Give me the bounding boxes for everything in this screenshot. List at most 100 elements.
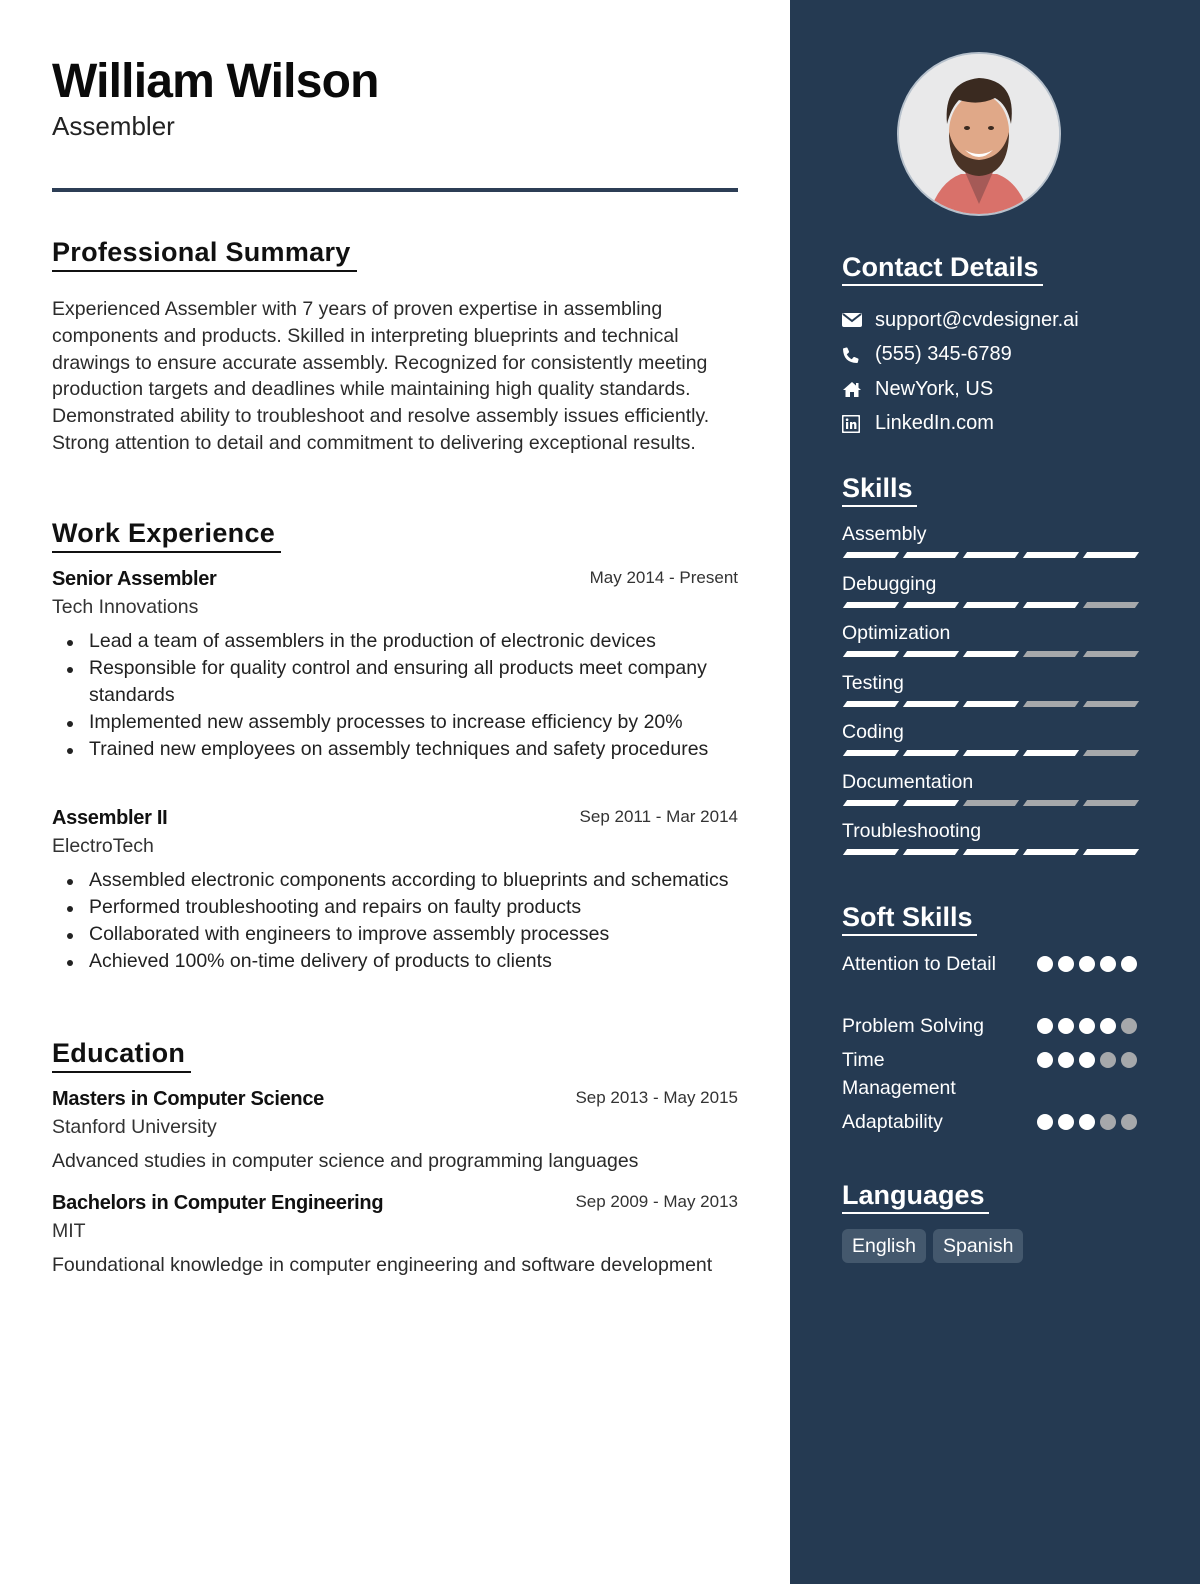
job-bullet: Collaborated with engineers to improve a…: [52, 921, 738, 948]
rating-dot-filled: [1100, 1018, 1116, 1034]
rating-dot-empty: [1121, 1114, 1137, 1130]
rating-segment-filled: [902, 849, 960, 855]
skill-name: Documentation: [842, 770, 974, 793]
skill-name: Testing: [842, 671, 904, 694]
rating-segment-filled: [1022, 849, 1080, 855]
experience-heading: Work Experience: [52, 518, 282, 553]
skill-rating-bar: [842, 849, 1140, 855]
skill-rating-bar: [842, 651, 1140, 657]
skill-name: Assembly: [842, 523, 927, 545]
contact-heading: Contact Details: [842, 252, 1043, 286]
rating-dot-empty: [1100, 1052, 1116, 1068]
job-title: Assembler: [52, 111, 175, 141]
degree: Masters in Computer Science: [52, 1088, 324, 1110]
soft-skill-item: Attention to Detail: [842, 950, 1137, 1012]
rating-segment-empty: [1022, 700, 1080, 707]
job-bullet: Lead a team of assemblers in the product…: [52, 628, 738, 655]
rating-segment-filled: [902, 700, 960, 707]
rating-segment-empty: [1082, 601, 1140, 608]
rating-dot-filled: [1079, 1114, 1095, 1130]
phone-icon: [842, 345, 875, 365]
skill-item: Coding: [842, 718, 1140, 768]
soft-skill-item: Problem Solving: [842, 1012, 1137, 1046]
languages-list: English Spanish: [842, 1229, 1024, 1263]
contact-location: NewYork, US: [842, 372, 1079, 407]
rating-segment-filled: [1082, 552, 1140, 558]
rating-dot-filled: [1037, 1114, 1053, 1130]
candidate-name: William Wilson: [52, 55, 379, 108]
rating-segment-filled: [1022, 552, 1080, 558]
rating-segment-filled: [842, 849, 900, 855]
profile-photo: [897, 52, 1061, 216]
rating-segment-filled: [962, 601, 1020, 608]
rating-segment-filled: [842, 750, 900, 756]
skill-name: Troubleshooting: [842, 820, 982, 842]
language-chip: Spanish: [932, 1229, 1024, 1263]
contact-linkedin-text: LinkedIn.com: [875, 412, 994, 435]
soft-skill-item: Time Management: [842, 1046, 1137, 1108]
envelope-icon: [842, 310, 875, 330]
education-description: Advanced studies in computer science and…: [52, 1150, 639, 1172]
rating-segment-filled: [962, 750, 1020, 756]
rating-dot-filled: [1121, 956, 1137, 972]
rating-segment-filled: [842, 700, 900, 707]
soft-skill-item: Adaptability: [842, 1108, 1137, 1142]
education-description: Foundational knowledge in computer engin…: [52, 1254, 713, 1276]
contact-email[interactable]: support@cvdesigner.ai: [842, 303, 1079, 338]
soft-skill-name: Time Management: [842, 1049, 956, 1099]
rating-dot-filled: [1037, 1018, 1053, 1034]
language-chip: English: [842, 1229, 926, 1263]
rating-segment-filled: [1082, 849, 1140, 855]
education-entry: Bachelors in Computer Engineering Sep 20…: [52, 1192, 738, 1279]
school: Stanford University: [52, 1116, 217, 1138]
contact-location-text: NewYork, US: [875, 377, 994, 400]
rating-dot-filled: [1058, 1114, 1074, 1130]
education-heading: Education: [52, 1038, 192, 1073]
rating-dot-filled: [1079, 1018, 1095, 1034]
contact-list: support@cvdesigner.ai (555) 345-6789 New…: [842, 303, 1079, 441]
rating-segment-filled: [1022, 750, 1080, 756]
rating-segment-empty: [1082, 750, 1140, 756]
soft-skill-name: Problem Solving: [842, 1015, 984, 1037]
rating-segment-filled: [842, 552, 900, 558]
job-entry: Senior Assembler May 2014 - Present Tech…: [52, 568, 738, 763]
education-dates: Sep 2013 - May 2015: [575, 1088, 738, 1107]
rating-segment-empty: [1082, 651, 1140, 657]
contact-phone[interactable]: (555) 345-6789: [842, 338, 1079, 373]
rating-dot-filled: [1058, 1018, 1074, 1034]
rating-dot-filled: [1079, 1052, 1095, 1068]
rating-segment-filled: [962, 651, 1020, 657]
skill-item: Assembly: [842, 520, 1140, 570]
summary-heading: Professional Summary: [52, 237, 357, 272]
skill-item: Optimization: [842, 619, 1140, 669]
job-bullet: Assembled electronic components accordin…: [52, 867, 738, 894]
skill-item: Troubleshooting: [842, 817, 1140, 867]
rating-segment-filled: [962, 552, 1020, 558]
soft-skills-list: Attention to Detail Problem Solving Time M…: [842, 950, 1137, 1142]
degree: Bachelors in Computer Engineering: [52, 1192, 384, 1214]
rating-dot-filled: [1058, 1052, 1074, 1068]
rating-dot-filled: [1058, 956, 1074, 972]
skill-rating-bar: [842, 601, 1140, 608]
summary-text: Experienced Assembler with 7 years of pr…: [52, 298, 710, 454]
skill-name: Debugging: [842, 572, 937, 595]
job-dates: Sep 2011 - Mar 2014: [579, 807, 738, 826]
languages-heading: Languages: [842, 1180, 989, 1214]
rating-segment-filled: [842, 601, 900, 608]
rating-segment-empty: [1022, 651, 1080, 657]
rating-segment-filled: [962, 700, 1020, 707]
skill-rating-bar: [842, 552, 1140, 558]
job-bullet: Trained new employees on assembly techni…: [52, 736, 738, 763]
job-bullet: Responsible for quality control and ensu…: [52, 655, 738, 709]
soft-skill-rating: [1037, 1012, 1137, 1046]
rating-segment-empty: [1082, 799, 1140, 806]
rating-dot-filled: [1037, 1052, 1053, 1068]
rating-segment-empty: [1022, 799, 1080, 806]
rating-segment-filled: [902, 601, 960, 608]
job-company: Tech Innovations: [52, 596, 199, 618]
skill-item: Debugging: [842, 570, 1140, 620]
rating-segment-filled: [842, 799, 900, 806]
contact-linkedin[interactable]: LinkedIn.com: [842, 407, 1079, 442]
rating-segment-filled: [1022, 601, 1080, 608]
rating-segment-filled: [902, 750, 960, 756]
